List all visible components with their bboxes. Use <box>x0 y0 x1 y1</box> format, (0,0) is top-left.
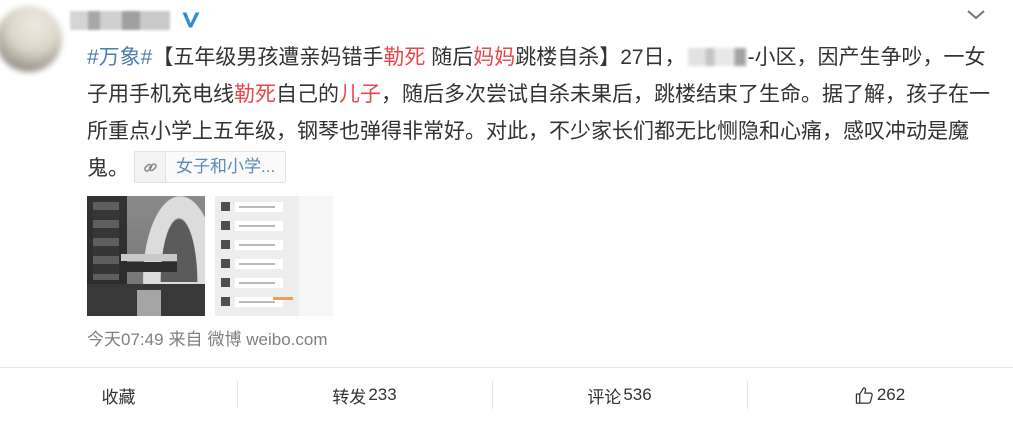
comment-label: 评论 <box>587 387 622 407</box>
keyword-highlight: 勒死 <box>383 46 426 69</box>
post-text-line-3: 所重点小学上五年级，钢琴也弹得非常好。对此，不少家长们都无比恻隐和心痛，感叹冲动… <box>87 113 1007 150</box>
post-text-line-1: #万象#【五年级男孩遭亲妈错手勒死 随后妈妈跳楼自杀】27日， -小区，因产生争吵… <box>87 39 1007 76</box>
chevron-down-icon[interactable] <box>964 6 988 24</box>
post-text-line-2: 子用手机充电线勒死自己的儿子，随后多次尝试自杀未果后，跳楼结束了生命。据了解，孩… <box>87 76 1007 113</box>
thumbs-up-icon <box>855 386 874 405</box>
post-text-segment: 自己的 <box>276 83 339 106</box>
comment-button[interactable]: 评论 536 <box>492 368 747 422</box>
keyword-highlight: 勒死 <box>234 83 276 106</box>
favorite-label: 收藏 <box>101 387 136 407</box>
post-text-segment: ，随后多次尝试自杀未果后，跳楼结束了生命。据了解，孩子在一 <box>381 83 990 106</box>
like-count: 262 <box>876 385 906 404</box>
comment-count: 536 <box>623 385 652 404</box>
post-text-line-4: 鬼。 女子和小学... <box>87 150 1007 187</box>
photo-thumbnail-1[interactable] <box>87 196 205 316</box>
topic-hashtag-link[interactable]: #万象# <box>87 46 152 69</box>
post-text-segment: 【五年级男孩遭亲妈错手 <box>152 46 384 69</box>
post-meta: 今天07:49 来自 微博 weibo.com <box>87 329 333 351</box>
repost-count: 233 <box>368 385 397 404</box>
keyword-highlight: 儿子 <box>339 83 381 106</box>
post-timestamp[interactable]: 今天07:49 <box>87 330 164 349</box>
repost-button[interactable]: 转发 233 <box>237 368 492 422</box>
link-card[interactable]: 女子和小学... <box>134 151 287 184</box>
link-card-label: 女子和小学... <box>176 157 276 177</box>
repost-label: 转发 <box>332 387 367 407</box>
author-avatar[interactable] <box>0 6 62 72</box>
post-text-segment: 所重点小学上五年级，钢琴也弹得非常好。对此，不少家长们都无比恻隐和心痛，感叹冲动… <box>87 120 969 143</box>
post-text-segment: -小区，因产生争吵，一女 <box>747 46 986 69</box>
post-text-segment: 跳楼自杀】27日， <box>515 46 686 69</box>
source-prefix: 来自 <box>168 330 203 349</box>
author-name-redacted[interactable] <box>70 11 170 30</box>
redacted-location <box>687 48 746 66</box>
keyword-highlight: 妈妈 <box>473 46 516 69</box>
photo-thumbnail-2[interactable] <box>215 196 333 316</box>
post-text: #万象#【五年级男孩遭亲妈错手勒死 随后妈妈跳楼自杀】27日， -小区，因产生争吵… <box>87 39 1007 187</box>
verified-v-icon <box>180 9 202 31</box>
action-bar: 收藏 转发 233 评论 536 262 <box>0 367 1013 422</box>
post-text-segment: 随后 <box>425 46 474 69</box>
link-icon <box>135 152 166 183</box>
favorite-button[interactable]: 收藏 <box>0 368 237 422</box>
post-text-segment: 鬼。 <box>87 157 129 180</box>
post-text-segment: 子用手机充电线 <box>87 83 234 106</box>
like-button[interactable]: 262 <box>747 368 1013 422</box>
post-source-link[interactable]: 微博 weibo.com <box>208 330 328 349</box>
